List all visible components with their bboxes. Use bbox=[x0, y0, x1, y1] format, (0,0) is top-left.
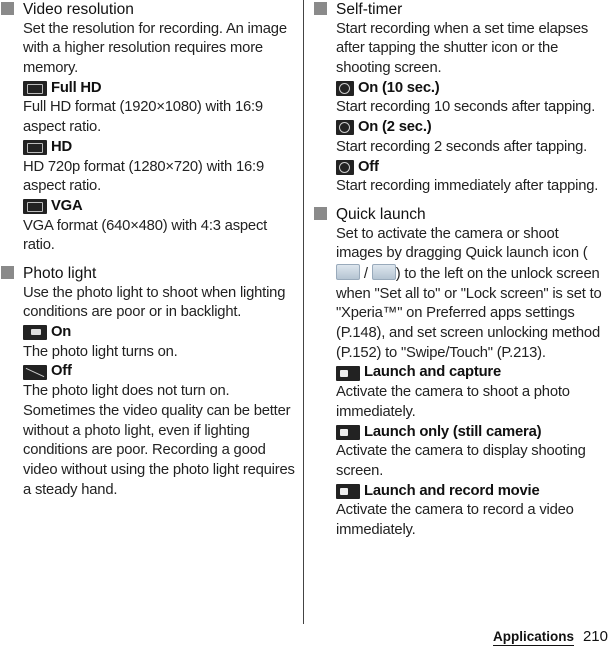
option-description: HD 720p format (1280×720) with 16:9 aspe… bbox=[23, 158, 264, 195]
launch-record-icon bbox=[336, 484, 360, 499]
page-footer: Applications 210 bbox=[492, 628, 608, 646]
option-label: Off bbox=[51, 363, 72, 380]
square-bullet-icon bbox=[314, 206, 327, 220]
option-label: Launch and capture bbox=[364, 364, 501, 381]
column-divider bbox=[303, 0, 304, 624]
option-label: VGA bbox=[51, 197, 83, 214]
option-launch-only: Launch only (still camera) bbox=[313, 423, 608, 443]
page-number: 210 bbox=[582, 628, 608, 645]
footer-section-label: Applications bbox=[492, 629, 574, 646]
option-description: VGA format (640×480) with 4:3 aspect rat… bbox=[23, 217, 268, 254]
option-label: HD bbox=[51, 138, 72, 155]
option-description: The photo light does not turn on. Someti… bbox=[23, 383, 295, 498]
heading-text: Video resolution bbox=[23, 1, 134, 18]
timer-10-icon bbox=[336, 81, 354, 97]
heading-text: Self-timer bbox=[336, 1, 403, 18]
launch-only-icon bbox=[336, 424, 360, 440]
square-bullet-icon bbox=[1, 2, 14, 15]
option-on: On bbox=[0, 323, 298, 343]
option-on-10-sec: On (10 sec.) bbox=[313, 79, 608, 99]
left-column: Video resolution Set the resolution for … bbox=[0, 0, 298, 508]
section-heading: Quick launch bbox=[313, 205, 608, 225]
section-heading: Self-timer bbox=[313, 0, 608, 20]
option-label: On bbox=[51, 324, 72, 341]
video-film-icon bbox=[371, 263, 396, 280]
full-hd-icon bbox=[23, 81, 47, 97]
timer-2-icon bbox=[336, 120, 354, 136]
desc-separator: / bbox=[360, 265, 372, 282]
section-heading: Photo light bbox=[0, 264, 298, 284]
square-bullet-icon bbox=[314, 2, 327, 15]
section-photo-light: Photo light Use the photo light to shoot… bbox=[0, 264, 298, 500]
option-launch-and-record: Launch and record movie bbox=[313, 482, 608, 502]
option-label: Full HD bbox=[51, 79, 102, 96]
desc-text: Set to activate the camera or shoot imag… bbox=[336, 225, 588, 262]
option-on-2-sec: On (2 sec.) bbox=[313, 118, 608, 138]
launch-capture-icon bbox=[336, 365, 360, 381]
option-label: Off bbox=[358, 158, 379, 175]
timer-off-icon bbox=[336, 159, 354, 175]
option-description: Start recording immediately after tappin… bbox=[336, 178, 599, 195]
option-description: Activate the camera to shoot a photo imm… bbox=[336, 384, 570, 420]
right-column: Self-timer Start recording when a set ti… bbox=[313, 0, 608, 549]
option-label: On (2 sec.) bbox=[358, 119, 432, 136]
photo-light-on-icon bbox=[23, 325, 47, 341]
photo-light-off-icon bbox=[23, 364, 47, 380]
hd-icon bbox=[23, 140, 47, 156]
heading-text: Quick launch bbox=[336, 205, 426, 223]
desc-text: ) to the left on the unlock screen when … bbox=[336, 265, 602, 361]
square-bullet-icon bbox=[1, 266, 14, 280]
option-description: Activate the camera to display shooting … bbox=[336, 443, 586, 479]
option-label: Launch and record movie bbox=[364, 482, 540, 499]
section-self-timer: Self-timer Start recording when a set ti… bbox=[313, 0, 608, 197]
section-description: Start recording when a set time elapses … bbox=[336, 20, 589, 76]
option-launch-and-capture: Launch and capture bbox=[313, 363, 608, 383]
section-description: Set to activate the camera or shoot imag… bbox=[313, 225, 608, 364]
option-off: Off bbox=[0, 362, 298, 382]
option-description: The photo light turns on. bbox=[23, 343, 178, 360]
option-full-hd: Full HD bbox=[0, 79, 298, 99]
option-vga: VGA bbox=[0, 197, 298, 217]
option-off: Off bbox=[313, 158, 608, 178]
section-description: Set the resolution for recording. An ima… bbox=[23, 20, 287, 76]
section-quick-launch: Quick launch Set to activate the camera … bbox=[313, 205, 608, 541]
option-description: Full HD format (1920×1080) with 16:9 asp… bbox=[23, 99, 263, 136]
option-description: Start recording 2 seconds after tapping. bbox=[336, 138, 588, 155]
section-description: Use the photo light to shoot when lighti… bbox=[23, 284, 286, 321]
vga-icon bbox=[23, 199, 47, 215]
option-label: On (10 sec.) bbox=[358, 79, 440, 96]
option-description: Start recording 10 seconds after tapping… bbox=[336, 99, 596, 116]
section-video-resolution: Video resolution Set the resolution for … bbox=[0, 0, 298, 256]
option-description: Activate the camera to record a video im… bbox=[336, 502, 574, 539]
section-heading: Video resolution bbox=[0, 0, 298, 20]
option-label: Launch only (still camera) bbox=[364, 423, 542, 440]
option-hd: HD bbox=[0, 138, 298, 158]
camera-icon bbox=[336, 263, 360, 280]
heading-text: Photo light bbox=[23, 265, 97, 283]
